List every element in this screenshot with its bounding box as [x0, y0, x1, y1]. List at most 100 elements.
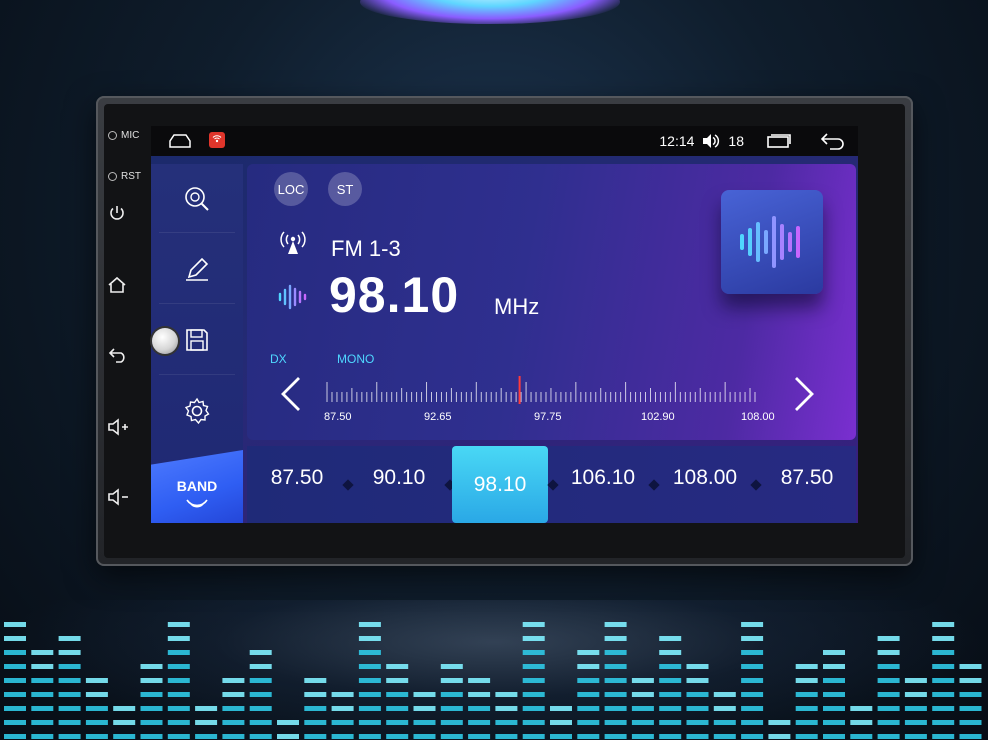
eq-bar-segment: [959, 664, 982, 669]
eq-bar-segment: [959, 706, 982, 711]
tuning-scale[interactable]: [321, 374, 761, 410]
volume-down-button[interactable]: [107, 488, 129, 506]
scale-label: 102.90: [641, 411, 675, 423]
eq-bar-segment: [249, 664, 272, 669]
reset-button[interactable]: RST: [108, 171, 141, 182]
eq-bar-segment: [31, 706, 54, 711]
preset-button[interactable]: 108.00: [660, 466, 750, 490]
knob[interactable]: [152, 328, 178, 354]
eq-bar-segment: [304, 734, 327, 739]
eq-bar-segment: [741, 734, 764, 739]
eq-bar-segment: [440, 706, 463, 711]
st-toggle[interactable]: ST: [328, 172, 362, 206]
eq-bar-segment: [522, 622, 545, 627]
preset-separator: [648, 479, 660, 491]
volume-level: 18: [728, 133, 744, 149]
nav-search[interactable]: [151, 164, 243, 234]
seek-forward-icon[interactable]: [790, 374, 818, 414]
eq-bar-segment: [249, 734, 272, 739]
preset-strip: 87.50 90.10 98.10 106.10 108.00 87.50: [247, 446, 856, 523]
eq-bar-segment: [4, 720, 26, 725]
eq-bar-segment: [468, 678, 491, 683]
eq-bar-segment: [358, 664, 381, 669]
preset-separator: [750, 479, 762, 491]
eq-bar-segment: [904, 720, 927, 725]
eq-bar-segment: [659, 720, 682, 725]
eq-bar-segment: [386, 664, 409, 669]
eq-bar-segment: [167, 664, 190, 669]
speaker-icon[interactable]: [702, 133, 720, 149]
eq-bar-segment: [823, 650, 845, 655]
eq-bar-segment: [823, 720, 845, 725]
edit-pen-icon: [186, 257, 209, 281]
eq-bar-segment: [386, 692, 409, 697]
recent-apps-icon[interactable]: [766, 133, 792, 149]
eq-bar-segment: [631, 692, 654, 697]
eq-bar-segment: [440, 720, 463, 725]
eq-bar-segment: [4, 622, 26, 627]
notification-app-icon[interactable]: [209, 132, 225, 148]
eq-bar-segment: [222, 706, 245, 711]
back-button[interactable]: [108, 346, 128, 364]
loc-toggle[interactable]: LOC: [274, 172, 308, 206]
eq-bar-segment: [904, 706, 927, 711]
band-name: FM 1-3: [331, 236, 401, 261]
eq-bar-segment: [522, 692, 545, 697]
eq-bar-segment: [386, 678, 409, 683]
eq-bar-segment: [167, 678, 190, 683]
nav-divider: [159, 232, 235, 233]
mic-dot: [108, 131, 117, 140]
eq-bar-segment: [713, 706, 736, 711]
eq-bar-segment: [686, 678, 709, 683]
eq-bar-segment: [741, 692, 764, 697]
power-button[interactable]: [108, 204, 126, 222]
eq-bar-segment: [249, 650, 272, 655]
eq-bar-segment: [659, 664, 682, 669]
band-button[interactable]: BAND: [151, 450, 243, 523]
eq-bar-segment: [932, 692, 955, 697]
eq-bar-segment: [604, 734, 627, 739]
equalizer-decoration: [4, 622, 982, 739]
preset-button-active[interactable]: 98.10: [452, 446, 548, 523]
nav-divider: [159, 374, 235, 375]
band-button-label: BAND: [176, 478, 218, 494]
eq-bar-segment: [631, 734, 654, 739]
mono-indicator[interactable]: MONO: [337, 352, 374, 366]
preset-button[interactable]: 87.50: [762, 466, 852, 490]
nav-settings[interactable]: [151, 376, 243, 446]
eq-bar-segment: [522, 706, 545, 711]
dx-indicator[interactable]: DX: [270, 352, 287, 366]
eq-bar-segment: [249, 706, 272, 711]
eq-bar-segment: [823, 706, 845, 711]
eq-bar-segment: [795, 692, 818, 697]
eq-bar-segment: [31, 664, 54, 669]
preset-button[interactable]: 106.10: [558, 466, 648, 490]
back-nav-icon[interactable]: [820, 132, 846, 150]
eq-bar-segment: [31, 678, 54, 683]
eq-bar-segment: [85, 720, 108, 725]
nav-edit[interactable]: [151, 234, 243, 304]
home-nav-icon[interactable]: [168, 133, 192, 149]
scale-label: 108.00: [741, 411, 775, 423]
eq-bar-segment: [522, 678, 545, 683]
eq-bar-segment: [386, 734, 409, 739]
eq-bar-segment: [4, 650, 26, 655]
eq-bar-segment: [4, 692, 26, 697]
volume-up-icon: [108, 418, 128, 436]
scale-label: 87.50: [324, 411, 352, 423]
eq-bar-segment: [850, 706, 873, 711]
volume-up-button[interactable]: [107, 418, 129, 436]
seek-back-icon[interactable]: [277, 374, 305, 414]
eq-bar-segment: [167, 622, 190, 627]
eq-bar-segment: [659, 692, 682, 697]
preset-button[interactable]: 87.50: [252, 466, 342, 490]
eq-bar-segment: [140, 664, 163, 669]
eq-bar-segment: [331, 734, 354, 739]
reset-label: RST: [121, 171, 141, 182]
preset-button[interactable]: 90.10: [354, 466, 444, 490]
home-button[interactable]: [107, 276, 127, 294]
eq-bar-segment: [932, 720, 955, 725]
eq-bar-segment: [877, 706, 900, 711]
eq-bar-segment: [495, 734, 518, 739]
eq-bar-segment: [959, 734, 982, 739]
